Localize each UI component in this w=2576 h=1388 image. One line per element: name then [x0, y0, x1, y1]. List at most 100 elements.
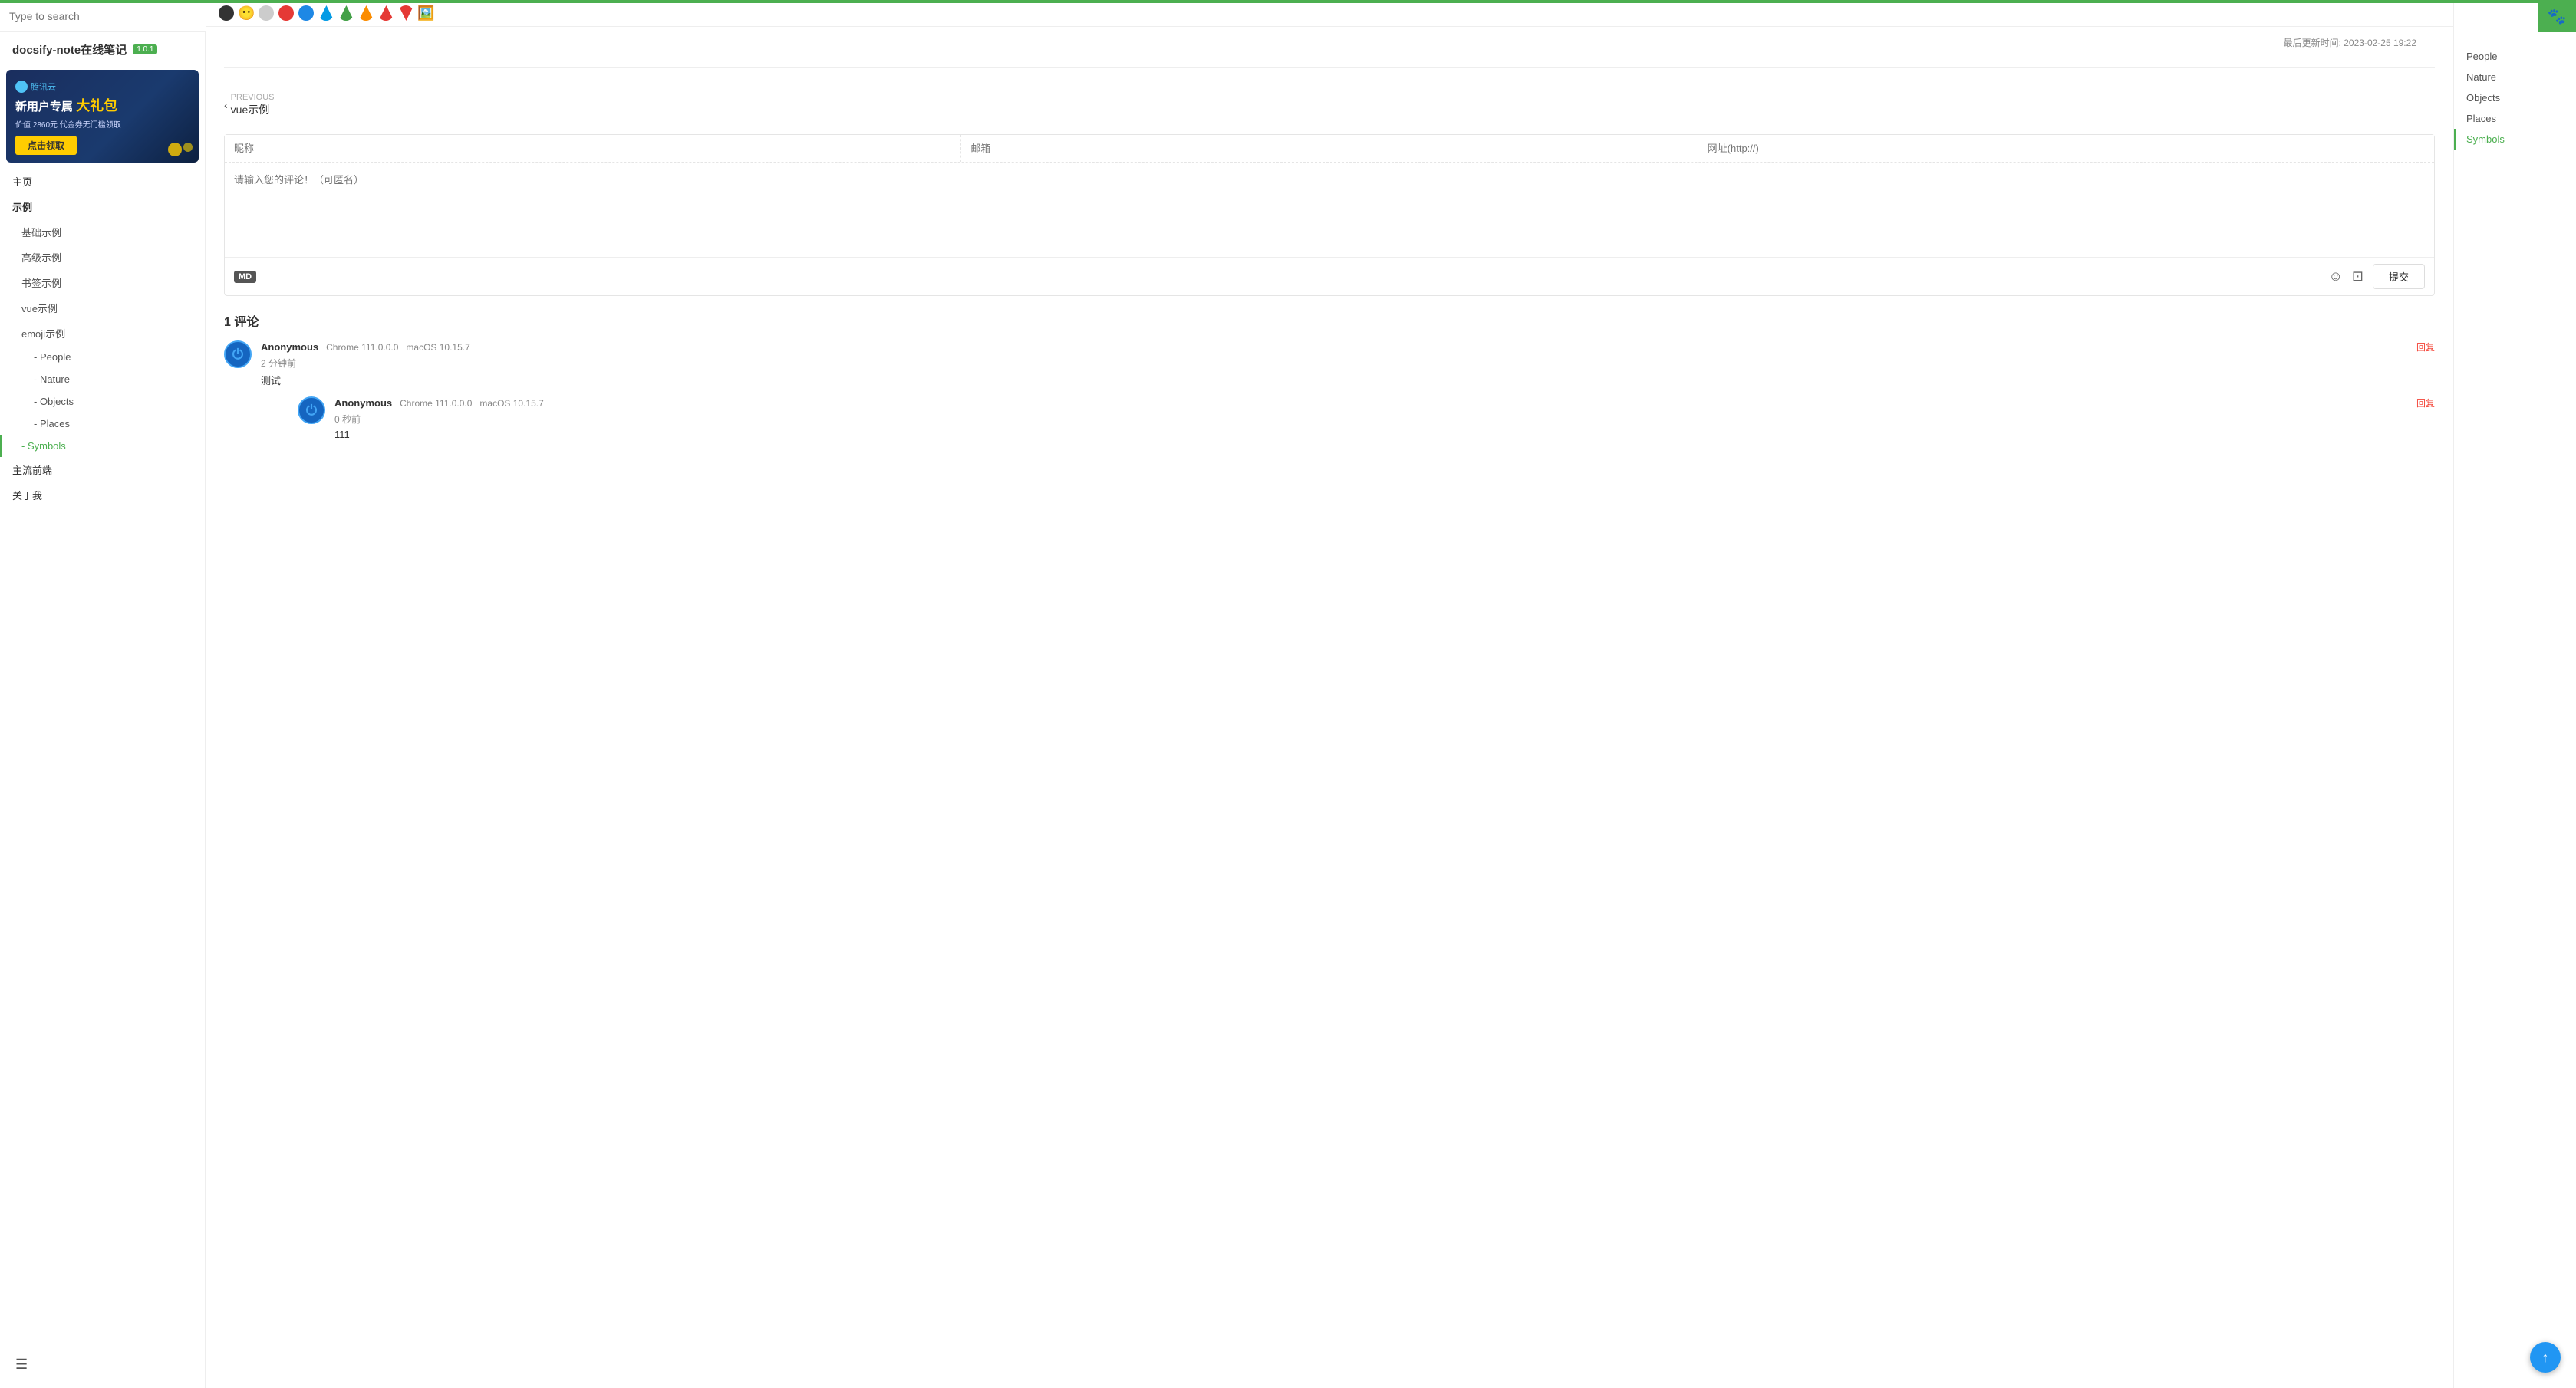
comment-website-input[interactable]	[1698, 135, 2434, 162]
prev-arrow: ‹	[224, 99, 228, 111]
toc-item-symbols[interactable]: Symbols	[2454, 129, 2576, 150]
sidebar-item-places[interactable]: - Places	[0, 413, 205, 435]
sidebar-item-basic[interactable]: 基础示例	[0, 219, 205, 245]
sidebar-item-symbols[interactable]: - Symbols	[0, 435, 205, 457]
emoji-gray	[259, 5, 274, 21]
sidebar-item-about[interactable]: 关于我	[0, 482, 205, 508]
version-badge: 1.0.1	[133, 44, 157, 54]
comment-avatar: ⏻	[224, 340, 252, 368]
reply-button[interactable]: 回复	[2416, 340, 2435, 354]
last-updated: 最后更新时间: 2023-02-25 19:22	[224, 27, 2435, 55]
content-wrap: 最后更新时间: 2023-02-25 19:22 ‹ PREVIOUS vue示…	[206, 27, 2453, 483]
emoji-face: 😶	[238, 5, 255, 21]
nested-avatar-icon: ⏻	[306, 403, 317, 419]
prev-nav[interactable]: ‹ PREVIOUS vue示例	[224, 81, 275, 122]
comment-os: macOS 10.15.7	[406, 342, 469, 353]
emoji-blue	[298, 5, 314, 21]
scroll-to-top-button[interactable]: ↑	[2530, 1342, 2561, 1373]
emoji-green-triangle	[338, 5, 354, 21]
main-content: 😶 🖼️ 最后更新时间: 2023-02-25 19:22 ‹ PREVIOUS…	[206, 0, 2576, 1388]
comment-nickname-input[interactable]	[225, 135, 960, 162]
toc-item-objects[interactable]: Objects	[2454, 87, 2576, 108]
menu-button[interactable]: ☰	[15, 1357, 28, 1373]
sidebar-item-mainstream[interactable]: 主流前端	[0, 457, 205, 482]
sidebar-item-examples[interactable]: 示例	[0, 194, 205, 219]
sidebar-item-objects[interactable]: - Objects	[0, 390, 205, 413]
sidebar-item-vue[interactable]: vue示例	[0, 295, 205, 321]
comment-email-input[interactable]	[960, 135, 1697, 162]
prev-title: vue示例	[231, 102, 275, 117]
sidebar-item-emoji[interactable]: emoji示例	[0, 321, 205, 346]
ad-headline1: 新用户专属	[15, 100, 73, 113]
prev-label: PREVIOUS	[231, 93, 275, 102]
ad-headline2: 大礼包	[76, 98, 117, 113]
toc-item-people[interactable]: People	[2454, 46, 2576, 67]
comment-form-footer: MD ☺ ⊡ 提交	[225, 257, 2434, 295]
form-actions: ☺ ⊡ 提交	[2329, 264, 2426, 289]
emoji-picker-button[interactable]: ☺	[2329, 268, 2343, 285]
coin-decoration	[168, 143, 182, 156]
top-green-bar	[0, 0, 2576, 3]
sidebar-item-home[interactable]: 主页	[0, 169, 205, 194]
comment-meta: Anonymous Chrome 111.0.0.0 macOS 10.15.7…	[261, 340, 2435, 354]
nested-comment-avatar: ⏻	[298, 396, 325, 424]
submit-comment-button[interactable]: 提交	[2373, 264, 2425, 289]
toc-item-nature[interactable]: Nature	[2454, 67, 2576, 87]
sidebar: docsify-note在线笔记 1.0.1 腾讯云 新用户专属 大礼包 价值 …	[0, 0, 206, 1388]
sidebar-title: docsify-note在线笔记	[12, 41, 127, 58]
ad-decorations	[168, 143, 193, 156]
ad-banner[interactable]: 腾讯云 新用户专属 大礼包 价值 2860元 代金券无门槛领取 点击领取	[6, 70, 199, 163]
prev-nav-content: PREVIOUS vue示例	[231, 93, 275, 117]
search-bar	[0, 0, 206, 32]
tencent-logo-text: 腾讯云	[31, 81, 56, 93]
comment-browser: Chrome 111.0.0.0	[326, 342, 398, 353]
top-right-github-icon[interactable]: 🐾	[2538, 0, 2576, 32]
nested-comment-body: Anonymous Chrome 111.0.0.0 macOS 10.15.7…	[334, 396, 2435, 440]
comment-author: Anonymous	[261, 341, 318, 353]
emoji-red-triangle	[378, 5, 394, 21]
nested-comment-text: 111	[334, 429, 2435, 440]
nested-comment-item: ⏻ Anonymous Chrome 111.0.0.0 macOS 10.15…	[298, 396, 2435, 440]
comment-textarea[interactable]	[225, 163, 2434, 255]
avatar-icon: ⏻	[232, 347, 243, 363]
toc-sidebar: People Nature Objects Places Symbols	[2453, 0, 2576, 1388]
ad-cta-button[interactable]: 点击领取	[15, 136, 77, 155]
nested-comment-meta: Anonymous Chrome 111.0.0.0 macOS 10.15.7…	[334, 396, 2435, 409]
coin-decoration-small	[183, 143, 193, 152]
github-icon: 🐾	[2548, 7, 2567, 26]
sidebar-item-nature[interactable]: - Nature	[0, 368, 205, 390]
tencent-logo-icon	[15, 81, 28, 93]
nested-reply-button[interactable]: 回复	[2416, 396, 2435, 409]
markdown-badge: MD	[234, 271, 256, 283]
comment-body: Anonymous Chrome 111.0.0.0 macOS 10.15.7…	[261, 340, 2435, 452]
nested-comment-os: macOS 10.15.7	[479, 398, 543, 409]
sidebar-item-bookmark[interactable]: 书签示例	[0, 270, 205, 295]
search-input[interactable]	[9, 10, 196, 22]
menu-icon: ☰	[15, 1357, 28, 1372]
comment-item: ⏻ Anonymous Chrome 111.0.0.0 macOS 10.15…	[224, 340, 2435, 452]
comment-form: MD ☺ ⊡ 提交	[224, 134, 2435, 296]
emoji-orange-triangle	[358, 5, 374, 21]
comments-header: 1 评论	[224, 311, 2435, 330]
nested-comment-author: Anonymous	[334, 397, 392, 409]
nested-comment-browser: Chrome 111.0.0.0	[400, 398, 472, 409]
emoji-top-bar: 😶 🖼️	[206, 0, 2576, 27]
emoji-photo: 🖼️	[417, 5, 434, 21]
emoji-red-triangle-down	[398, 5, 413, 21]
emoji-red	[278, 5, 294, 21]
ad-headline: 新用户专属 大礼包	[15, 97, 189, 115]
sidebar-title-wrap: docsify-note在线笔记 1.0.1	[0, 32, 205, 61]
emoji-black	[219, 5, 234, 21]
ad-subtext: 价值 2860元 代金券无门槛领取	[15, 118, 189, 130]
sidebar-item-advanced[interactable]: 高级示例	[0, 245, 205, 270]
emoji-teal-triangle	[318, 5, 334, 21]
nested-comment-time: 0 秒前	[334, 413, 2435, 426]
scroll-up-icon: ↑	[2542, 1350, 2549, 1366]
sidebar-item-people[interactable]: - People	[0, 346, 205, 368]
toc-item-places[interactable]: Places	[2454, 108, 2576, 129]
image-upload-button[interactable]: ⊡	[2352, 268, 2364, 285]
tencent-logo: 腾讯云	[15, 81, 189, 93]
comment-time: 2 分钟前	[261, 357, 2435, 370]
comment-text: 测试	[261, 373, 2435, 387]
top-divider	[224, 67, 2435, 68]
